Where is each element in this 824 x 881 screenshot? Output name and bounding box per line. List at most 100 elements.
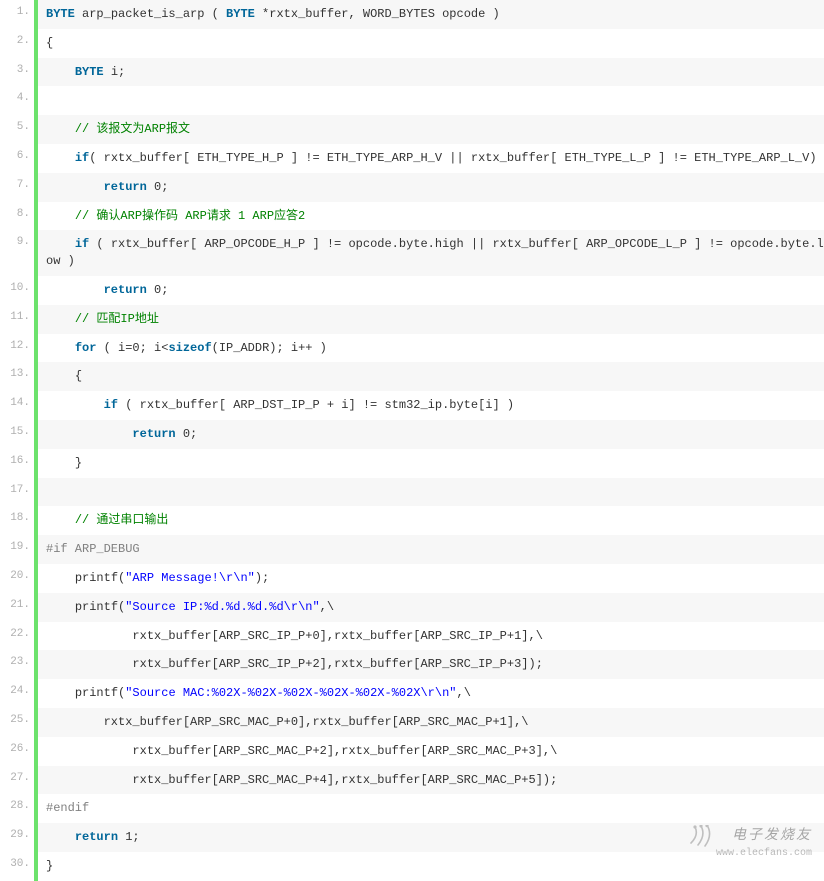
- line-number: 27.: [0, 766, 34, 795]
- code-line: 6. if( rxtx_buffer[ ETH_TYPE_H_P ] != ET…: [0, 144, 824, 173]
- line-number: 21.: [0, 593, 34, 622]
- token-pl: i;: [104, 65, 126, 79]
- token-kw: BYTE: [75, 65, 104, 79]
- token-fn: printf: [75, 686, 118, 700]
- token-pl: [46, 427, 132, 441]
- code-line: 10. return 0;: [0, 276, 824, 305]
- code-line: 15. return 0;: [0, 420, 824, 449]
- token-st: "ARP Message!\r\n": [125, 571, 255, 585]
- line-number: 15.: [0, 420, 34, 449]
- code-line: 12. for ( i=0; i<sizeof(IP_ADDR); i++ ): [0, 334, 824, 363]
- token-pl: [46, 180, 104, 194]
- token-fn: printf: [75, 571, 118, 585]
- token-kw: if: [75, 237, 89, 251]
- line-number: 28.: [0, 794, 34, 823]
- code-content[interactable]: rxtx_buffer[ARP_SRC_MAC_P+4],rxtx_buffer…: [38, 766, 824, 795]
- line-number: 20.: [0, 564, 34, 593]
- line-number: 18.: [0, 506, 34, 535]
- code-content[interactable]: printf("ARP Message!\r\n");: [38, 564, 824, 593]
- code-line: 2. {: [0, 29, 824, 58]
- code-line: 19. #if ARP_DEBUG: [0, 535, 824, 564]
- code-content[interactable]: if ( rxtx_buffer[ ARP_OPCODE_H_P ] != op…: [38, 230, 824, 276]
- token-pl: [46, 513, 75, 527]
- token-pl: [46, 571, 75, 585]
- code-content[interactable]: }: [38, 449, 824, 478]
- token-pl: {: [46, 36, 53, 50]
- code-line: 9. if ( rxtx_buffer[ ARP_OPCODE_H_P ] !=…: [0, 230, 824, 276]
- code-content[interactable]: rxtx_buffer[ARP_SRC_IP_P+0],rxtx_buffer[…: [38, 622, 824, 651]
- code-line: 1.BYTE arp_packet_is_arp ( BYTE *rxtx_bu…: [0, 0, 824, 29]
- line-number: 24.: [0, 679, 34, 708]
- line-number: 19.: [0, 535, 34, 564]
- code-content[interactable]: rxtx_buffer[ARP_SRC_IP_P+2],rxtx_buffer[…: [38, 650, 824, 679]
- code-content[interactable]: printf("Source IP:%d.%d.%d.%d\r\n",\: [38, 593, 824, 622]
- code-content[interactable]: printf("Source MAC:%02X-%02X-%02X-%02X-%…: [38, 679, 824, 708]
- code-content[interactable]: return 0;: [38, 420, 824, 449]
- code-line: 3. BYTE i;: [0, 58, 824, 87]
- code-line: 28.#endif: [0, 794, 824, 823]
- token-pl: (IP_ADDR); i++ ): [212, 341, 327, 355]
- line-number: 3.: [0, 58, 34, 87]
- token-kw: return: [104, 283, 147, 297]
- code-content[interactable]: BYTE i;: [38, 58, 824, 87]
- token-pl: rxtx_buffer[ARP_SRC_MAC_P+2],rxtx_buffer…: [46, 744, 557, 758]
- watermark: 电子发烧友 www.elecfans.com: [689, 824, 812, 859]
- line-number: 9.: [0, 230, 34, 276]
- code-content[interactable]: // 匹配IP地址: [38, 305, 824, 334]
- token-kw: return: [132, 427, 175, 441]
- code-content[interactable]: if( rxtx_buffer[ ETH_TYPE_H_P ] != ETH_T…: [38, 144, 824, 173]
- token-pp: #if ARP_DEBUG: [46, 542, 140, 556]
- code-content[interactable]: rxtx_buffer[ARP_SRC_MAC_P+0],rxtx_buffer…: [38, 708, 824, 737]
- token-pl: [46, 93, 53, 107]
- code-content[interactable]: {: [38, 29, 824, 58]
- token-kw: return: [104, 180, 147, 194]
- code-content[interactable]: // 该报文为ARP报文: [38, 115, 824, 144]
- token-kw: if: [75, 151, 89, 165]
- code-content[interactable]: for ( i=0; i<sizeof(IP_ADDR); i++ ): [38, 334, 824, 363]
- token-pl: *rxtx_buffer, WORD_BYTES opcode ): [255, 7, 500, 21]
- code-content[interactable]: rxtx_buffer[ARP_SRC_MAC_P+2],rxtx_buffer…: [38, 737, 824, 766]
- line-number: 14.: [0, 391, 34, 420]
- code-line: 20. printf("ARP Message!\r\n");: [0, 564, 824, 593]
- code-content[interactable]: // 确认ARP操作码 ARP请求 1 ARP应答2: [38, 202, 824, 231]
- token-pl: [46, 65, 75, 79]
- token-kw: sizeof: [168, 341, 211, 355]
- code-line: 14. if ( rxtx_buffer[ ARP_DST_IP_P + i] …: [0, 391, 824, 420]
- token-st: "Source MAC:%02X-%02X-%02X-%02X-%02X-%02…: [125, 686, 456, 700]
- token-kw: for: [75, 341, 97, 355]
- token-pl: 1;: [118, 830, 140, 844]
- token-pl: {: [46, 369, 82, 383]
- token-pl: ( rxtx_buffer[ ETH_TYPE_H_P ] != ETH_TYP…: [89, 151, 816, 165]
- code-content[interactable]: #if ARP_DEBUG: [38, 535, 824, 564]
- code-content[interactable]: BYTE arp_packet_is_arp ( BYTE *rxtx_buff…: [38, 0, 824, 29]
- line-number: 16.: [0, 449, 34, 478]
- token-cm: // 匹配IP地址: [75, 312, 159, 326]
- code-line: 25. rxtx_buffer[ARP_SRC_MAC_P+0],rxtx_bu…: [0, 708, 824, 737]
- code-line: 4.: [0, 86, 824, 115]
- code-content[interactable]: {: [38, 362, 824, 391]
- token-pl: [46, 686, 75, 700]
- code-content[interactable]: [38, 86, 824, 115]
- token-cm: // 该报文为ARP报文: [75, 122, 190, 136]
- token-pl: }: [46, 859, 53, 873]
- code-line: 24. printf("Source MAC:%02X-%02X-%02X-%0…: [0, 679, 824, 708]
- code-content[interactable]: [38, 478, 824, 507]
- code-content[interactable]: return 0;: [38, 173, 824, 202]
- line-number: 2.: [0, 29, 34, 58]
- code-content[interactable]: // 通过串口输出: [38, 506, 824, 535]
- token-kw: BYTE: [46, 7, 75, 21]
- code-content[interactable]: if ( rxtx_buffer[ ARP_DST_IP_P + i] != s…: [38, 391, 824, 420]
- token-pl: rxtx_buffer[ARP_SRC_MAC_P+0],rxtx_buffer…: [46, 715, 528, 729]
- line-number: 29.: [0, 823, 34, 852]
- token-pl: [46, 209, 75, 223]
- token-pl: [46, 151, 75, 165]
- code-content[interactable]: #endif: [38, 794, 824, 823]
- token-pl: [46, 485, 53, 499]
- line-number: 22.: [0, 622, 34, 651]
- token-pl: ( rxtx_buffer[ ARP_DST_IP_P + i] != stm3…: [118, 398, 514, 412]
- line-number: 4.: [0, 86, 34, 115]
- line-number: 1.: [0, 0, 34, 29]
- token-pl: [46, 122, 75, 136]
- token-pl: );: [255, 571, 269, 585]
- code-content[interactable]: return 0;: [38, 276, 824, 305]
